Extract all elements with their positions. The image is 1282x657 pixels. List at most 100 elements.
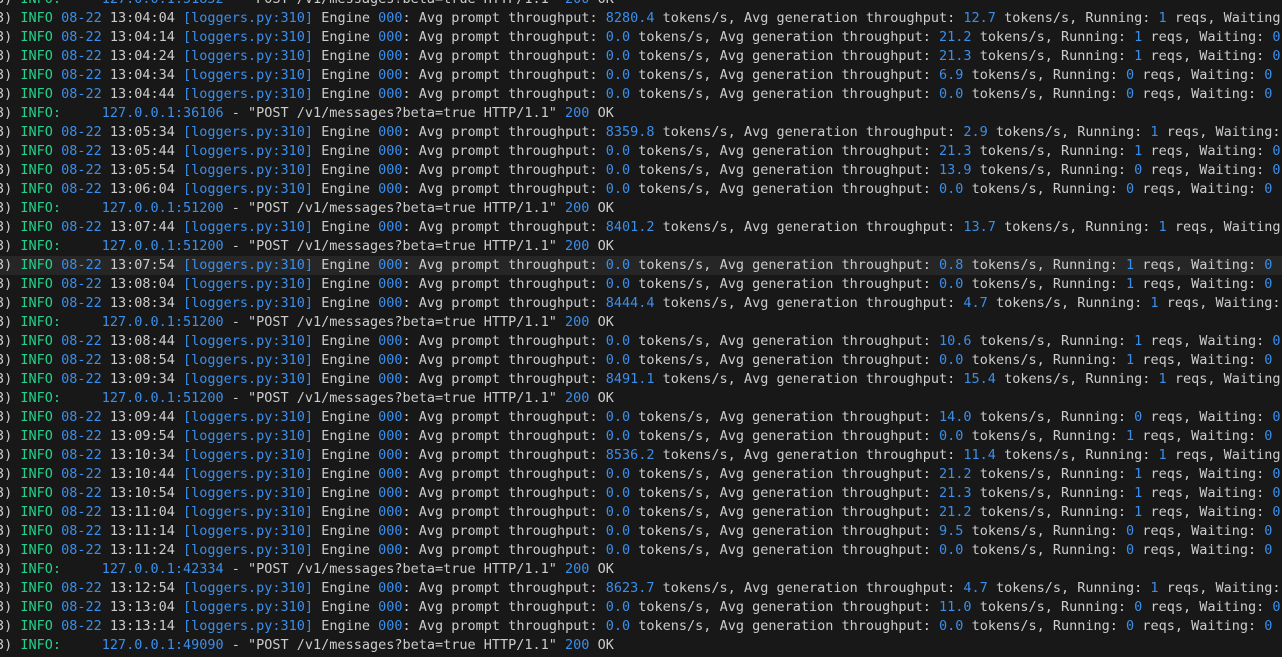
tokens-unit: tokens/s, [638,352,712,368]
generation-throughput: 13.9 [939,162,972,178]
tokens-unit: tokens/s, [979,466,1053,482]
generation-throughput: 21.2 [939,29,972,45]
prompt-throughput: 0.0 [605,257,631,273]
running-count: 1 [1134,504,1143,520]
logger-source: [loggers.py:310] [183,352,314,368]
prompt-throughput: 0.0 [605,86,631,102]
stats-log-line: 3) INFO 08-22 13:07:44 [loggers.py:310] … [0,218,1282,237]
log-date: 08-22 [61,599,102,615]
reqs-unit: reqs, [1150,466,1192,482]
avg-generation-label: Avg generation throughput: [743,580,956,596]
tokens-unit: tokens/s, [638,276,712,292]
running-count: 0 [1134,409,1143,425]
log-level: INFO [20,466,53,482]
log-date: 08-22 [61,162,102,178]
client-address: 127.0.0.1:51200 [101,314,224,330]
engine-id: 000 [378,29,403,45]
line-prefix: 3) [0,561,13,577]
waiting-label: Waiting: [1191,181,1257,197]
logger-source: [loggers.py:310] [183,143,314,159]
http-request: "POST /v1/messages?beta=true HTTP/1.1" [248,561,557,577]
logger-source: [loggers.py:310] [183,618,314,634]
log-date: 08-22 [61,181,102,197]
log-time: 13:07:44 [109,219,175,235]
waiting-label: Waiting: [1191,276,1257,292]
avg-prompt-label: Avg prompt throughput: [418,257,598,273]
line-prefix: 3) [0,352,13,368]
engine-id: 000 [378,162,403,178]
tokens-unit: tokens/s, [971,86,1045,102]
generation-throughput: 21.3 [939,143,972,159]
log-level: INFO: [20,200,62,216]
prompt-throughput: 8536.2 [605,447,655,463]
tokens-unit: tokens/s, [995,124,1070,140]
running-count: 1 [1150,295,1159,311]
waiting-label: Waiting: [1199,162,1265,178]
engine-label: Engine [321,10,370,26]
stats-log-line: 3) INFO 08-22 13:10:54 [loggers.py:310] … [0,484,1282,503]
log-time: 13:04:34 [109,67,175,83]
engine-id: 000 [378,542,403,558]
engine-label: Engine [321,257,370,273]
reqs-unit: reqs, [1142,181,1183,197]
running-count: 1 [1158,219,1167,235]
waiting-label: Waiting: [1191,542,1257,558]
stats-log-line: 3) INFO 08-22 13:09:54 [loggers.py:310] … [0,427,1282,446]
tokens-unit: tokens/s, [979,48,1053,64]
running-label: Running: [1052,257,1118,273]
line-prefix: 3) [0,428,13,444]
engine-label: Engine [321,466,370,482]
tokens-unit: tokens/s, [971,181,1045,197]
reqs-unit: reqs, [1142,618,1183,634]
terminal-output[interactable]: 3) INFO: 127.0.0.1:51852 - "POST /v1/mes… [0,0,1282,657]
running-label: Running: [1052,86,1118,102]
waiting-count: 0 [1264,86,1273,102]
logger-source: [loggers.py:310] [183,181,314,197]
logger-source: [loggers.py:310] [183,219,314,235]
avg-generation-label: Avg generation throughput: [743,124,956,140]
avg-generation-label: Avg generation throughput: [719,466,931,482]
log-time: 13:11:04 [109,504,175,520]
reqs-unit: reqs, [1174,447,1216,463]
engine-id: 000 [378,409,403,425]
engine-id: 000 [378,580,403,596]
reqs-unit: reqs, [1142,86,1183,102]
logger-source: [loggers.py:310] [183,48,314,64]
prompt-throughput: 0.0 [605,181,631,197]
tokens-unit: tokens/s, [638,599,712,615]
log-time: 13:13:04 [109,599,175,615]
logger-source: [loggers.py:310] [183,466,314,482]
tokens-unit: tokens/s, [1004,371,1078,387]
engine-id: 000 [378,599,403,615]
avg-prompt-label: Avg prompt throughput: [418,124,598,140]
log-date: 08-22 [61,523,102,539]
stats-log-line: 3) INFO 08-22 13:04:24 [loggers.py:310] … [0,47,1282,66]
stats-log-line: 3) INFO 08-22 13:13:14 [loggers.py:310] … [0,617,1282,636]
line-prefix: 3) [0,105,13,121]
prompt-throughput: 0.0 [605,618,631,634]
engine-id: 000 [378,504,403,520]
reqs-unit: reqs, [1142,67,1183,83]
tokens-unit: tokens/s, [638,181,712,197]
prompt-throughput: 8444.4 [605,295,655,311]
waiting-count: 0 [1272,504,1281,520]
line-prefix: 3) [0,637,13,653]
engine-label: Engine [321,86,370,102]
running-count: 1 [1134,466,1143,482]
tokens-unit: tokens/s, [662,10,736,26]
http-status-text: OK [597,637,614,653]
logger-source: [loggers.py:310] [183,371,314,387]
waiting-count: 0 [1264,257,1273,273]
tokens-unit: tokens/s, [995,580,1070,596]
line-prefix: 3) [0,485,13,501]
logger-source: [loggers.py:310] [183,447,314,463]
running-count: 1 [1126,352,1135,368]
avg-generation-label: Avg generation throughput: [719,143,931,159]
engine-label: Engine [321,485,370,501]
stats-log-line: 3) INFO 08-22 13:04:14 [loggers.py:310] … [0,28,1282,47]
running-count: 1 [1126,257,1135,273]
logger-source: [loggers.py:310] [183,542,314,558]
reqs-unit: reqs, [1142,542,1183,558]
generation-throughput: 0.0 [939,542,964,558]
log-time: 13:08:04 [109,276,175,292]
